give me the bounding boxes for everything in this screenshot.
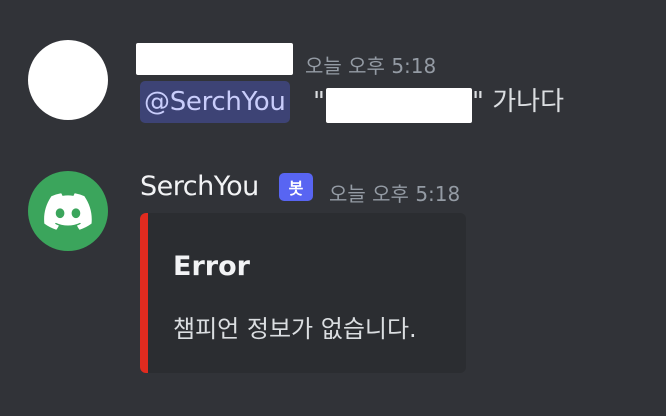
message-text: " 가나다 xyxy=(472,87,564,117)
user-avatar-redacted[interactable] xyxy=(28,40,108,120)
message-content-redacted xyxy=(326,88,472,123)
user-mention[interactable]: @SerchYou xyxy=(140,81,290,123)
bot-tag: 봇 xyxy=(279,173,313,201)
bot-avatar[interactable] xyxy=(28,171,108,251)
message-timestamp: 오늘 오후 5:18 xyxy=(305,54,437,78)
bot-username[interactable]: SerchYou xyxy=(140,171,259,202)
username-redacted[interactable] xyxy=(136,43,293,75)
embed-title: Error xyxy=(173,251,250,282)
bot-message-timestamp: 오늘 오후 5:18 xyxy=(329,182,461,206)
discord-logo-icon xyxy=(44,192,92,230)
embed-description: 챔피언 정보가 없습니다. xyxy=(173,315,417,343)
embed-accent-bar xyxy=(140,213,148,373)
message-quote-open: " xyxy=(313,87,325,117)
error-embed: Error 챔피언 정보가 없습니다. xyxy=(140,213,466,373)
message-1: 오늘 오후 5:18 @SerchYou " " 가나다 xyxy=(0,0,666,150)
